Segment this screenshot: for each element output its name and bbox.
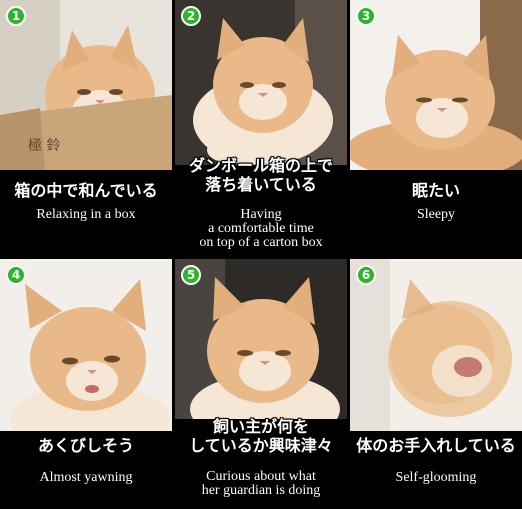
caption-en-3: Sleepy — [416, 207, 456, 222]
caption-en-6: Self-glooming — [395, 470, 477, 485]
caption-ja-5: 飼い主が何を しているか興味津々 — [189, 417, 333, 455]
badge-4: 4 — [6, 265, 26, 285]
badge-6: 6 — [356, 265, 376, 285]
panel-5: 5 飼い主が何を しているか興味津々 Curious about what he… — [175, 259, 347, 509]
panel-3: 3 眠たい Sleepy — [350, 0, 522, 254]
caption-ja-1: 箱の中で和んでいる — [14, 181, 158, 200]
caption-en-5: Curious about what her guardian is doing — [201, 469, 321, 498]
caption-ja-3: 眠たい — [411, 181, 460, 200]
panel-6: 6 体のお手入れしている Self-glooming — [350, 259, 522, 509]
caption-en-4: Almost yawning — [39, 470, 133, 485]
photo-sleepy-cat — [350, 0, 522, 170]
caption-en-1: Relaxing in a box — [36, 207, 136, 222]
box-text: 極 鈴 — [28, 138, 61, 154]
photo-self-grooming — [350, 259, 522, 431]
cat-mood-grid: 極 鈴 1 箱の中で和んでいる Relaxing in a box 2 ダンボー… — [0, 0, 522, 509]
badge-1: 1 — [6, 6, 26, 26]
panel-1: 極 鈴 1 箱の中で和んでいる Relaxing in a box — [0, 0, 172, 254]
photo-cat-on-box — [175, 0, 347, 165]
photo-cat-in-box: 極 鈴 — [0, 0, 172, 170]
panel-2: 2 ダンボール箱の上で 落ち着いている Having a comfortable… — [175, 0, 347, 254]
panel-4: 4 あくびしそう Almost yawning — [0, 259, 172, 509]
photo-curious-cat — [175, 259, 347, 419]
badge-2: 2 — [181, 6, 201, 26]
photo-almost-yawning — [0, 259, 172, 431]
badge-3: 3 — [356, 6, 376, 26]
caption-ja-6: 体のお手入れしている — [356, 436, 516, 455]
caption-ja-4: あくびしそう — [37, 436, 134, 455]
badge-5: 5 — [181, 265, 201, 285]
caption-ja-2: ダンボール箱の上で 落ち着いている — [188, 156, 333, 194]
caption-en-2: Having a comfortable time on top of a ca… — [199, 207, 323, 250]
